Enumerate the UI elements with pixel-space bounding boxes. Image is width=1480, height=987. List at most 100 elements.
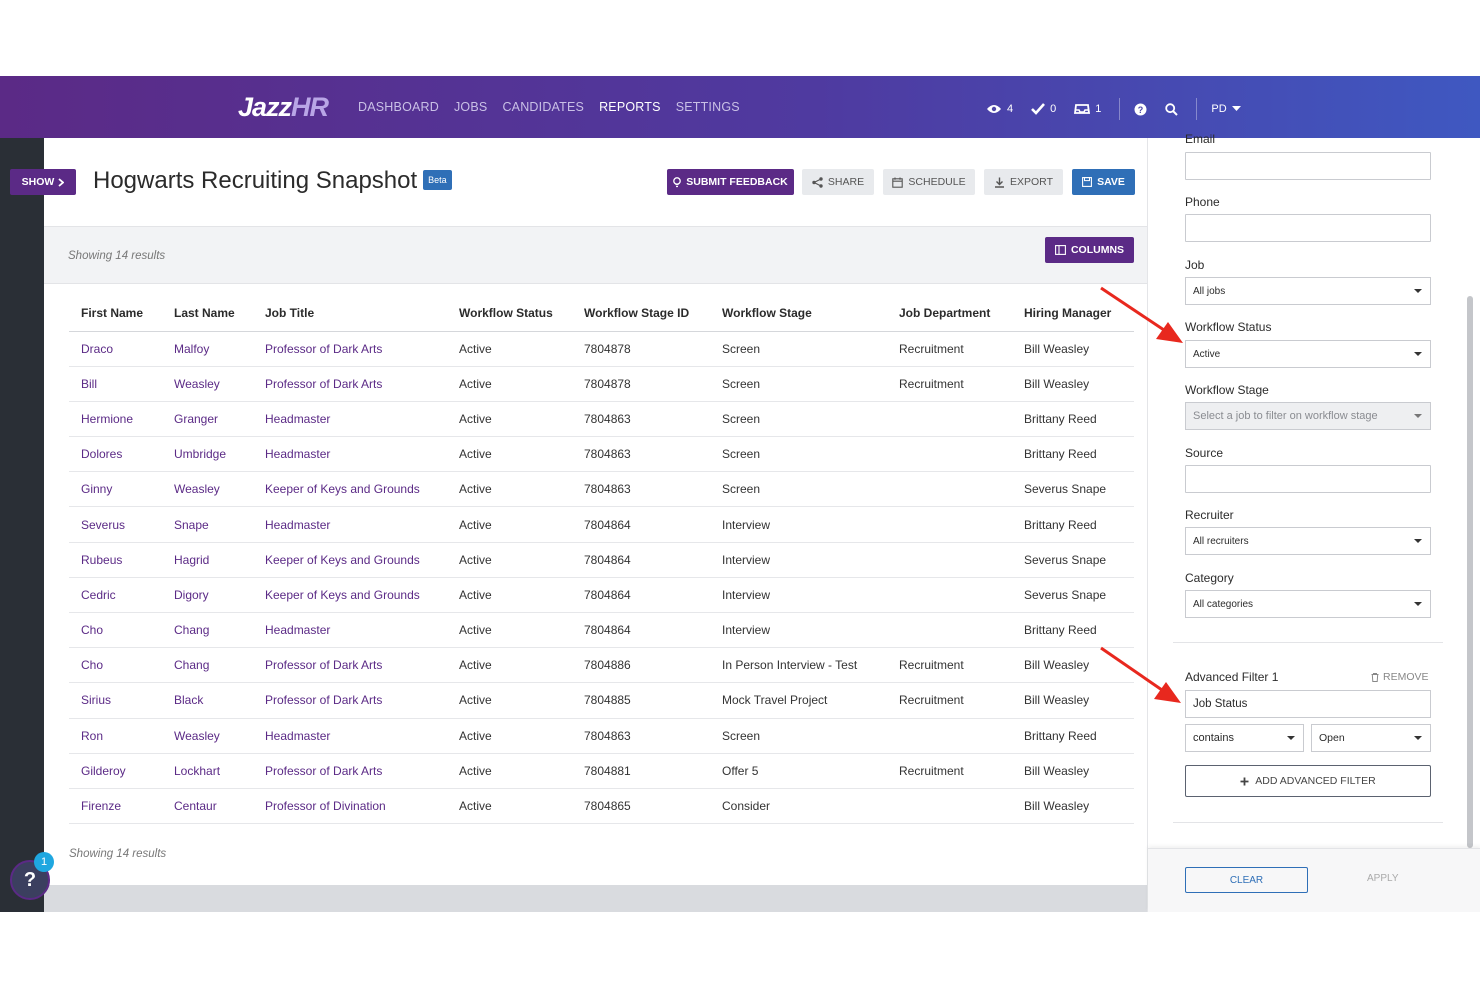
remove-advanced-filter-button[interactable]: REMOVE	[1371, 671, 1429, 683]
views-indicator[interactable]: 4	[986, 103, 1013, 115]
operator-select[interactable]: contains	[1185, 724, 1304, 752]
cell-first-name[interactable]: Ginny	[69, 471, 162, 508]
nav-settings[interactable]: SETTINGS	[676, 100, 740, 114]
cell-job-title[interactable]: Headmaster	[253, 612, 447, 649]
tasks-indicator[interactable]: 0	[1031, 103, 1056, 115]
apply-filters-button[interactable]: APPLY	[1367, 873, 1399, 884]
add-advanced-filter-button[interactable]: ADD ADVANCED FILTER	[1185, 765, 1431, 797]
table-row[interactable]: Rubeus Hagrid Keeper of Keys and Grounds Ac…	[69, 542, 1134, 578]
cell-first-name[interactable]: Cho	[69, 612, 162, 649]
filter-panel-scrollbar[interactable]	[1467, 296, 1473, 848]
nav-candidates[interactable]: CANDIDATES	[502, 100, 584, 114]
cell-last-name[interactable]: Lockhart	[162, 753, 253, 789]
advanced-field-input[interactable]: Job Status	[1185, 690, 1431, 718]
cell-first-name[interactable]: Ron	[69, 718, 162, 754]
cell-first-name[interactable]: Dolores	[69, 436, 162, 473]
table-row[interactable]: Draco Malfoy Professor of Dark Arts Active 7…	[69, 331, 1134, 367]
cell-first-name[interactable]: Bill	[69, 366, 162, 402]
search-button[interactable]	[1165, 102, 1179, 116]
col-header-job-title[interactable]: Job Title	[253, 295, 447, 332]
cell-last-name[interactable]: Hagrid	[162, 542, 253, 578]
cell-last-name[interactable]: Umbridge	[162, 436, 253, 473]
help-button[interactable]: ?	[1134, 103, 1147, 116]
table-row[interactable]: Ron Weasley Headmaster Active 7804863 Screen B…	[69, 718, 1134, 754]
table-row[interactable]: Gilderoy Lockhart Professor of Dark Arts Ac…	[69, 753, 1134, 789]
cell-last-name[interactable]: Centaur	[162, 788, 253, 825]
workflow-status-select[interactable]: Active	[1185, 340, 1431, 368]
export-button[interactable]: EXPORT	[984, 169, 1063, 195]
recruiter-select[interactable]: All recruiters	[1185, 527, 1431, 555]
table-row[interactable]: Hermione Granger Headmaster Active 7804863 Sc…	[69, 401, 1134, 438]
col-header-job-department[interactable]: Job Department	[887, 295, 1012, 332]
category-select[interactable]: All categories	[1185, 590, 1431, 618]
cell-last-name[interactable]: Weasley	[162, 366, 253, 402]
table-row[interactable]: Sirius Black Professor of Dark Arts Active 7…	[69, 682, 1134, 719]
jazzhr-logo[interactable]: JazzHR	[238, 92, 329, 123]
show-sidebar-button[interactable]: SHOW	[10, 169, 76, 195]
cell-first-name[interactable]: Cho	[69, 647, 162, 684]
cell-first-name[interactable]: Cedric	[69, 577, 162, 614]
cell-last-name[interactable]: Chang	[162, 612, 253, 649]
cell-last-name[interactable]: Black	[162, 682, 253, 719]
source-field[interactable]	[1185, 465, 1431, 493]
cell-job-title[interactable]: Professor of Divination	[253, 788, 447, 825]
cell-job-title[interactable]: Professor of Dark Arts	[253, 331, 447, 367]
submit-feedback-button[interactable]: SUBMIT FEEDBACK	[667, 169, 794, 195]
cell-job-title[interactable]: Keeper of Keys and Grounds	[253, 471, 447, 508]
cell-job-title[interactable]: Headmaster	[253, 506, 447, 543]
schedule-button[interactable]: SCHEDULE	[883, 169, 975, 195]
cell-job-title[interactable]: Professor of Dark Arts	[253, 366, 447, 402]
col-header-first-name[interactable]: First Name	[69, 295, 162, 332]
nav-reports[interactable]: REPORTS	[599, 100, 661, 114]
table-row[interactable]: Ginny Weasley Keeper of Keys and Grounds Ac…	[69, 471, 1134, 508]
col-header-hiring-manager[interactable]: Hiring Manager	[1012, 295, 1134, 332]
cell-last-name[interactable]: Chang	[162, 647, 253, 684]
col-header-last-name[interactable]: Last Name	[162, 295, 253, 332]
clear-filters-button[interactable]: CLEAR	[1185, 867, 1308, 893]
table-row[interactable]: Bill Weasley Professor of Dark Arts Active 7…	[69, 366, 1134, 402]
cell-last-name[interactable]: Weasley	[162, 718, 253, 754]
cell-last-name[interactable]: Malfoy	[162, 331, 253, 367]
col-header-workflow-stage[interactable]: Workflow Stage	[710, 295, 887, 332]
table-row[interactable]: Firenze Centaur Professor of Divination Act…	[69, 788, 1134, 825]
cell-job-title[interactable]: Headmaster	[253, 401, 447, 438]
inbox-indicator[interactable]: 1	[1074, 103, 1101, 115]
table-row[interactable]: Severus Snape Headmaster Active 7804864 Inter…	[69, 506, 1134, 543]
job-select[interactable]: All jobs	[1185, 277, 1431, 305]
export-label: EXPORT	[1010, 176, 1053, 188]
phone-field[interactable]	[1185, 214, 1431, 242]
share-button[interactable]: SHARE	[802, 169, 874, 195]
nav-dashboard[interactable]: DASHBOARD	[358, 100, 439, 114]
table-row[interactable]: Cho Chang Professor of Dark Arts Active 7804…	[69, 647, 1134, 684]
col-header-workflow-stage-id[interactable]: Workflow Stage ID	[572, 295, 710, 332]
save-button[interactable]: SAVE	[1072, 169, 1135, 195]
cell-last-name[interactable]: Snape	[162, 506, 253, 543]
cell-job-title[interactable]: Professor of Dark Arts	[253, 753, 447, 789]
cell-job-title[interactable]: Keeper of Keys and Grounds	[253, 542, 447, 578]
cell-first-name[interactable]: Draco	[69, 331, 162, 367]
cell-last-name[interactable]: Weasley	[162, 471, 253, 508]
table-row[interactable]: Cho Chang Headmaster Active 7804864 Interview…	[69, 612, 1134, 649]
operand-select[interactable]: Open	[1311, 724, 1431, 752]
cell-job-title[interactable]: Headmaster	[253, 718, 447, 754]
user-menu[interactable]: PD	[1211, 103, 1241, 115]
cell-first-name[interactable]: Severus	[69, 506, 162, 543]
cell-first-name[interactable]: Firenze	[69, 788, 162, 825]
columns-button[interactable]: COLUMNS	[1045, 237, 1134, 263]
cell-first-name[interactable]: Sirius	[69, 682, 162, 719]
email-field[interactable]	[1185, 152, 1431, 180]
cell-job-title[interactable]: Professor of Dark Arts	[253, 647, 447, 684]
cell-workflow-stage-id: 7804864	[572, 612, 710, 649]
cell-job-title[interactable]: Professor of Dark Arts	[253, 682, 447, 719]
cell-job-title[interactable]: Keeper of Keys and Grounds	[253, 577, 447, 614]
nav-jobs[interactable]: JOBS	[454, 100, 487, 114]
col-header-workflow-status[interactable]: Workflow Status	[447, 295, 572, 332]
cell-first-name[interactable]: Rubeus	[69, 542, 162, 578]
cell-first-name[interactable]: Gilderoy	[69, 753, 162, 789]
cell-last-name[interactable]: Granger	[162, 401, 253, 438]
table-row[interactable]: Cedric Digory Keeper of Keys and Grounds Ac…	[69, 577, 1134, 614]
cell-last-name[interactable]: Digory	[162, 577, 253, 614]
table-row[interactable]: Dolores Umbridge Headmaster Active 7804863 Sc…	[69, 436, 1134, 473]
cell-first-name[interactable]: Hermione	[69, 401, 162, 438]
cell-job-title[interactable]: Headmaster	[253, 436, 447, 473]
